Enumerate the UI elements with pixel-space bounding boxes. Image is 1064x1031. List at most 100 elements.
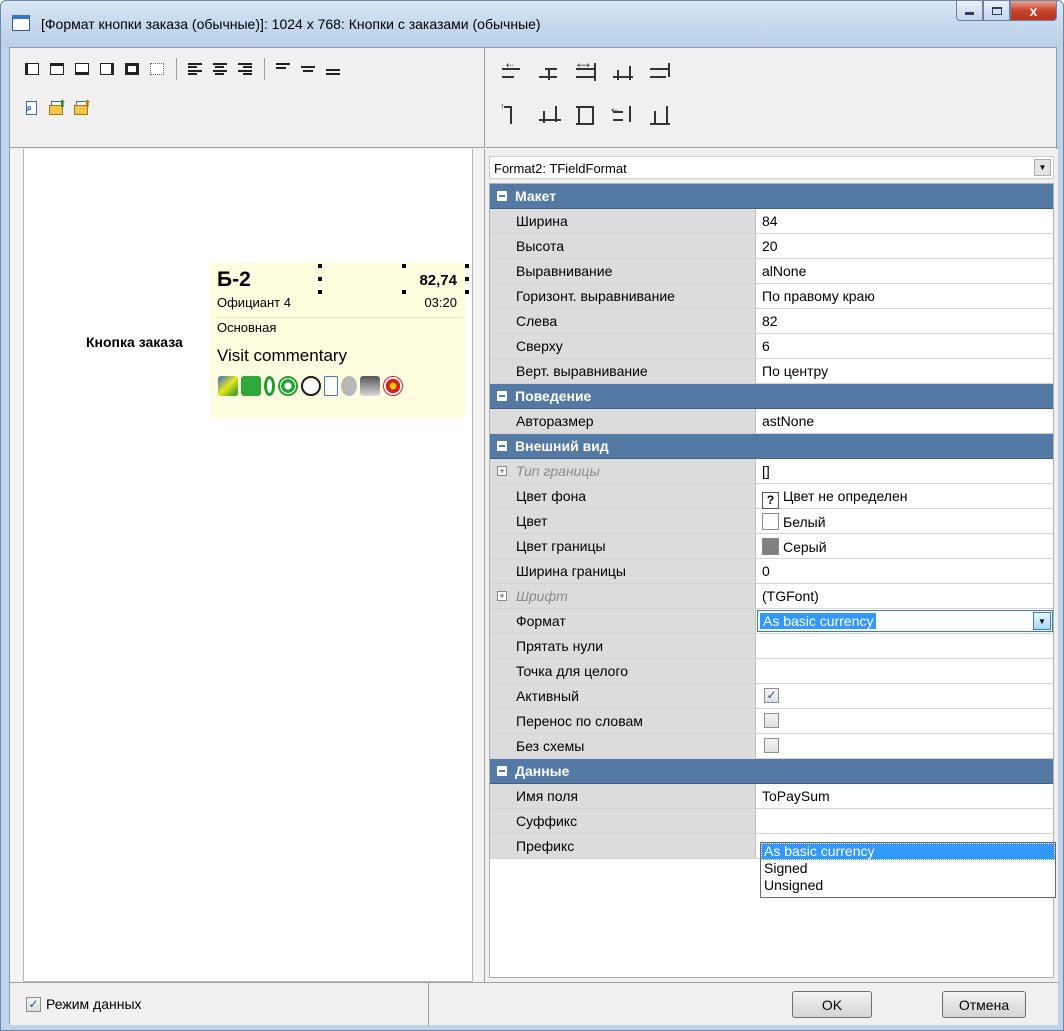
align-tops-button[interactable]: ↑ <box>500 101 529 129</box>
chevron-down-icon[interactable]: ▼ <box>1034 159 1051 176</box>
border-none-button[interactable] <box>145 58 168 80</box>
minimize-button[interactable] <box>956 1 983 21</box>
title-bar[interactable]: [Формат кнопки заказа (обычные)]: 1024 x… <box>1 1 1063 47</box>
border-top-button[interactable] <box>45 58 68 80</box>
selection-handle[interactable] <box>465 290 469 294</box>
collapse-icon[interactable] <box>497 441 507 451</box>
space-vertical-button[interactable]: ⇠ <box>611 103 640 129</box>
property-row[interactable]: + Шрифт (TGFont) <box>490 584 1053 609</box>
property-row[interactable]: Верт. выравнивание По центру <box>490 359 1053 384</box>
ok-button[interactable]: OK <box>792 991 872 1018</box>
property-value[interactable]: 20 <box>762 238 778 254</box>
expand-icon[interactable]: + <box>497 591 507 601</box>
property-value[interactable]: По центру <box>762 363 828 379</box>
property-row[interactable]: Имя поля ToPaySum <box>490 784 1053 809</box>
order-button-preview[interactable]: Б-2 82,74 Официант 4 03:20 Основная Visi <box>210 262 469 418</box>
object-selector[interactable]: Format2: TFieldFormat ▼ <box>489 156 1054 179</box>
property-value[interactable]: 84 <box>762 213 778 229</box>
property-row[interactable]: Точка для целого <box>490 659 1053 684</box>
format-dropdown-list[interactable]: As basic currency Signed Unsigned <box>760 842 1056 898</box>
property-row[interactable]: Высота 20 <box>490 234 1053 259</box>
same-height-button[interactable] <box>648 103 677 129</box>
order-status-icons[interactable] <box>218 376 403 396</box>
property-value[interactable]: 82 <box>762 313 778 329</box>
selection-handle[interactable] <box>402 264 406 268</box>
expand-icon[interactable]: + <box>497 466 507 476</box>
preview-button[interactable]: ⌕ <box>20 97 43 119</box>
property-value[interactable]: По правому краю <box>762 288 875 304</box>
border-bottom-button[interactable] <box>70 58 93 80</box>
border-right-button[interactable] <box>95 58 118 80</box>
property-row[interactable]: Слева 82 <box>490 309 1053 334</box>
dropdown-option[interactable]: Signed <box>761 860 1055 877</box>
align-vcenters-button[interactable] <box>537 103 566 129</box>
valign-top-button[interactable] <box>271 58 294 80</box>
property-row[interactable]: Ширина 84 <box>490 209 1053 234</box>
align-lefts-button[interactable]: ⇠ <box>500 60 529 86</box>
property-row[interactable]: Суффикс <box>490 809 1053 834</box>
property-row[interactable]: Без схемы <box>490 734 1053 759</box>
property-value[interactable]: (TGFont) <box>762 588 819 604</box>
align-right-button[interactable] <box>233 58 256 80</box>
property-row[interactable]: Выравнивание alNone <box>490 259 1053 284</box>
maximize-button[interactable] <box>983 1 1010 21</box>
order-type[interactable]: Основная <box>217 320 276 335</box>
selection-handle[interactable] <box>465 277 469 281</box>
selection-handle[interactable] <box>318 264 322 268</box>
property-row[interactable]: Перенос по словам <box>490 709 1053 734</box>
space-horizontal-button[interactable] <box>611 60 640 86</box>
property-row[interactable]: + Тип границы [] <box>490 459 1053 484</box>
selection-handle[interactable] <box>402 290 406 294</box>
category-header[interactable]: Поведение <box>490 384 1053 409</box>
property-value[interactable]: 6 <box>762 338 770 354</box>
property-value[interactable]: Серый <box>762 538 827 555</box>
close-button[interactable]: x <box>1010 1 1057 21</box>
property-row[interactable]: Прятать нули <box>490 634 1053 659</box>
format-select[interactable]: As basic currency ▼ <box>757 610 1053 632</box>
property-value[interactable]: ? Цвет не определен <box>762 488 907 509</box>
chevron-down-icon[interactable]: ▼ <box>1033 612 1051 630</box>
property-value[interactable]: [] <box>762 463 770 479</box>
align-rights-button[interactable]: ⟷ <box>574 60 603 86</box>
property-row[interactable]: Формат As basic currency ▼ <box>490 609 1053 634</box>
selection-handle[interactable] <box>318 290 322 294</box>
property-row[interactable]: Цвет Белый <box>490 509 1053 534</box>
import-button[interactable]: ⬆ <box>45 97 68 119</box>
border-left-button[interactable] <box>20 58 43 80</box>
property-row[interactable]: Цвет фона? Цвет не определен <box>490 484 1053 509</box>
same-width-button[interactable] <box>648 60 677 86</box>
property-row[interactable]: Горизонт. выравнивание По правому краю <box>490 284 1053 309</box>
cancel-button[interactable]: Отмена <box>942 991 1026 1018</box>
valign-bottom-button[interactable] <box>321 58 344 80</box>
order-code[interactable]: Б-2 <box>217 268 251 292</box>
property-row[interactable]: Ширина границы 0 <box>490 559 1053 584</box>
dropdown-option[interactable]: Unsigned <box>761 877 1055 894</box>
dropdown-option[interactable]: As basic currency <box>761 843 1055 860</box>
property-value[interactable]: astNone <box>762 413 814 429</box>
collapse-icon[interactable] <box>497 766 507 776</box>
order-comment[interactable]: Visit commentary <box>217 346 347 366</box>
selection-handle[interactable] <box>465 264 469 268</box>
property-row[interactable]: Авторазмер astNone <box>490 409 1053 434</box>
data-mode-checkbox[interactable]: ✓ Режим данных <box>26 996 142 1012</box>
selection-handle[interactable] <box>318 277 322 281</box>
property-checkbox[interactable] <box>764 738 779 753</box>
property-value[interactable]: 0 <box>762 563 770 579</box>
order-time[interactable]: 03:20 <box>424 295 457 310</box>
collapse-icon[interactable] <box>497 191 507 201</box>
valign-center-button[interactable] <box>296 58 319 80</box>
align-bottoms-button[interactable] <box>574 103 603 129</box>
property-row[interactable]: Цвет границы Серый <box>490 534 1053 559</box>
property-value[interactable]: alNone <box>762 263 806 279</box>
order-sum[interactable]: 82,74 <box>419 272 457 289</box>
category-header[interactable]: Данные <box>490 759 1053 784</box>
export-button[interactable]: ⬆ <box>70 97 93 119</box>
property-value[interactable]: Белый <box>762 513 826 530</box>
category-header[interactable]: Макет <box>490 184 1053 209</box>
property-row[interactable]: Активный ✓ <box>490 684 1053 709</box>
property-checkbox[interactable]: ✓ <box>764 688 779 703</box>
border-all-button[interactable] <box>120 58 143 80</box>
category-header[interactable]: Внешний вид <box>490 434 1053 459</box>
align-center-button[interactable] <box>208 58 231 80</box>
align-hcenters-button[interactable] <box>537 60 566 86</box>
